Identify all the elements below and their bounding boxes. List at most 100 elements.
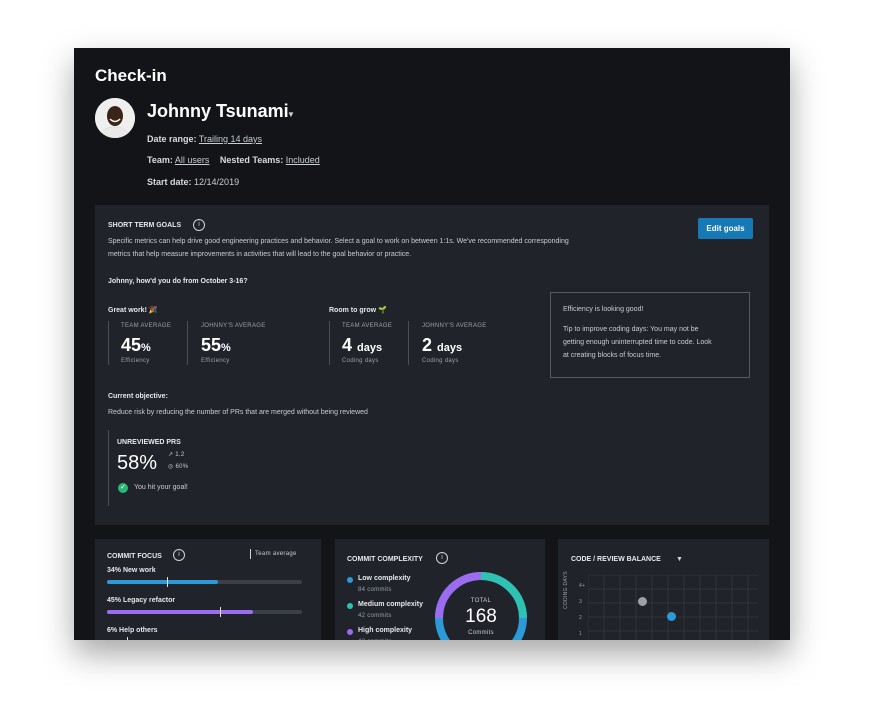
start-date-value: 12/14/2019 — [194, 177, 240, 187]
goal-hit-text: You hit your goal! — [134, 484, 188, 491]
coding-days-johnny-value: 2 days — [422, 335, 463, 355]
divider — [408, 321, 409, 365]
date-range: Date range: Trailing 14 days — [147, 134, 262, 144]
commit-complexity-card: COMMIT COMPLEXITY i Low complexity 84 com… — [335, 539, 545, 640]
team-average-marker — [126, 637, 128, 640]
total-value: 168 — [465, 606, 497, 627]
complexity-legend-item: Medium complexity 42 commits — [347, 601, 437, 625]
johnny-average-label: JOHNNY'S AVERAGE — [201, 323, 266, 329]
coding-days-caption: Coding days — [422, 358, 459, 364]
team-average-point[interactable] — [638, 597, 647, 606]
total-unit: Commits — [468, 630, 494, 636]
nested-teams-link[interactable]: Included — [286, 155, 320, 165]
chevron-down-icon[interactable]: ▼ — [676, 556, 683, 563]
goals-description-2: metrics that help measure improvements i… — [108, 251, 412, 258]
target-value: ◎ 60% — [168, 464, 189, 470]
y-tick-label: 4+ — [579, 583, 586, 589]
code-review-balance-card: CODE / REVIEW BALANCE ▼ CODING DAYS 4+ 3 2… — [558, 539, 769, 640]
efficiency-caption: Efficiency — [121, 358, 150, 364]
commit-focus-card: COMMIT FOCUS i Team average 34% New work… — [95, 539, 321, 640]
focus-row: 6% Help others — [107, 627, 302, 640]
divider — [108, 321, 109, 365]
divider — [108, 430, 109, 506]
info-icon[interactable]: i — [173, 549, 185, 561]
team-average-marker — [167, 577, 169, 587]
focus-label: 34% New work — [107, 567, 156, 574]
team-label: Team: — [147, 155, 173, 165]
tip-line: at creating blocks of focus time. — [563, 352, 662, 359]
focus-bar-fill — [107, 610, 254, 614]
date-range-label: Date range: — [147, 134, 197, 144]
focus-label: 45% Legacy refactor — [107, 597, 176, 604]
y-tick-label: 3 — [579, 599, 583, 605]
legend-dot-icon — [347, 577, 353, 583]
short-term-goals-panel: SHORT TERM GOALS i Specific metrics can … — [95, 205, 769, 525]
app-window: Check-in Johnny Tsunami ▼ Date range: Tr… — [74, 48, 790, 640]
objective-label: Current objective: — [108, 393, 168, 400]
coding-days-team-value: 4 days — [342, 335, 383, 355]
johnny-average-label: JOHNNY'S AVERAGE — [422, 323, 487, 329]
focus-row: 34% New work — [107, 567, 302, 591]
tip-line: getting enough uninterrupted time to cod… — [563, 339, 712, 346]
team-filter: Team: All users Nested Teams: Included — [147, 155, 320, 165]
y-axis-label: CODING DAYS — [563, 571, 569, 609]
balance-title[interactable]: CODE / REVIEW BALANCE — [571, 556, 661, 563]
y-tick-label: 1 — [579, 631, 583, 637]
room-to-grow-label: Room to grow 🌱 — [329, 307, 387, 314]
legend-dot-icon — [347, 603, 353, 609]
commit-focus-title: COMMIT FOCUS — [107, 553, 162, 560]
johnny-point[interactable] — [667, 612, 676, 621]
nested-teams-label: Nested Teams: — [219, 155, 284, 165]
team-average-marker — [220, 607, 222, 617]
legend-dot-icon — [347, 629, 353, 635]
team-average-label: TEAM AVERAGE — [342, 323, 393, 329]
objective-text: Reduce risk by reducing the number of PR… — [108, 409, 368, 416]
team-average-legend: Team average — [255, 551, 297, 557]
balance-grid-lines — [588, 575, 758, 640]
complexity-label: High complexity — [358, 627, 413, 634]
divider — [329, 321, 330, 365]
divider — [187, 321, 188, 365]
info-icon[interactable]: i — [193, 219, 205, 231]
team-average-label: TEAM AVERAGE — [121, 323, 172, 329]
goals-title: SHORT TERM GOALS — [108, 222, 182, 229]
user-name[interactable]: Johnny Tsunami — [147, 101, 289, 122]
team-link[interactable]: All users — [175, 155, 210, 165]
tip-box: Efficiency is looking good! Tip to impro… — [550, 292, 750, 378]
avatar — [95, 98, 135, 138]
goals-description-1: Specific metrics can help drive good eng… — [108, 238, 569, 245]
trend-value: ↗ 1.2 — [168, 452, 185, 458]
complexity-count: 84 commits — [358, 587, 392, 593]
tip-line: Tip to improve coding days: You may not … — [563, 326, 699, 333]
chevron-down-icon[interactable]: ▼ — [287, 110, 295, 119]
unreviewed-prs-label: UNREVIEWED PRS — [117, 439, 181, 446]
tip-title: Efficiency is looking good! — [563, 306, 644, 313]
focus-row: 45% Legacy refactor — [107, 597, 302, 621]
y-tick-label: 2 — [579, 615, 583, 621]
check-circle-icon: ✓ — [118, 483, 128, 493]
goals-question: Johnny, how'd you do from October 3-16? — [108, 278, 248, 285]
great-work-label: Great work! 🎉 — [108, 307, 158, 314]
complexity-legend-item: High complexity 42 commits — [347, 627, 437, 640]
efficiency-johnny-value: 55% — [201, 335, 231, 355]
complexity-label: Medium complexity — [358, 601, 423, 608]
total-label: TOTAL — [470, 598, 492, 604]
complexity-label: Low complexity — [358, 575, 411, 582]
focus-bar-fill — [107, 580, 218, 584]
team-average-marker-icon — [250, 549, 251, 559]
focus-label: 6% Help others — [107, 627, 158, 634]
efficiency-team-value: 45% — [121, 335, 151, 355]
complexity-legend-item: Low complexity 84 commits — [347, 575, 437, 599]
unreviewed-prs-value: 58% — [117, 452, 158, 474]
complexity-count: 42 commits — [358, 613, 392, 619]
coding-days-caption: Coding days — [342, 358, 379, 364]
start-date: Start date: 12/14/2019 — [147, 177, 239, 187]
page-title: Check-in — [95, 66, 167, 85]
start-date-label: Start date: — [147, 177, 192, 187]
edit-goals-button[interactable]: Edit goals — [698, 218, 753, 239]
complexity-count: 42 commits — [358, 639, 392, 640]
efficiency-caption: Efficiency — [201, 358, 230, 364]
info-icon[interactable]: i — [436, 552, 448, 564]
commit-complexity-title: COMMIT COMPLEXITY — [347, 556, 423, 563]
date-range-link[interactable]: Trailing 14 days — [199, 134, 262, 144]
